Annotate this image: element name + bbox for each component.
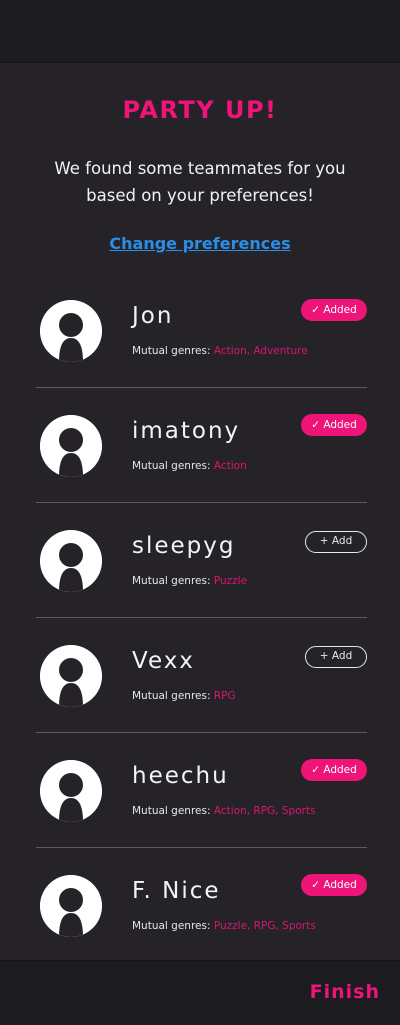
avatar-icon (40, 875, 102, 937)
teammate-name: Jon (132, 303, 174, 329)
genres-label: Mutual genres: (132, 345, 214, 357)
genres-label: Mutual genres: (132, 805, 214, 817)
added-button[interactable]: ✓ Added (301, 414, 367, 436)
genres-values: Action (213, 460, 247, 472)
page-title: PARTY UP! (122, 96, 278, 124)
genres-label: Mutual genres: (132, 575, 214, 587)
genres-values: RPG (213, 690, 236, 702)
genres-values: Puzzle (213, 575, 248, 587)
avatar-icon (40, 300, 102, 362)
teammate-row: Vexx Mutual genres: RPG + Add (36, 618, 367, 733)
teammate-name: F. Nice (132, 878, 221, 904)
mutual-genres: Mutual genres: Action, RPG, Sports (132, 805, 316, 817)
mutual-genres: Mutual genres: RPG (132, 690, 236, 702)
genres-label: Mutual genres: (132, 920, 214, 932)
main-content: PARTY UP! We found some teammates for yo… (0, 63, 400, 960)
change-preferences-link[interactable]: Change preferences (0, 234, 400, 253)
teammate-row: F. Nice Mutual genres: Puzzle, RPG, Spor… (36, 848, 367, 960)
mutual-genres: Mutual genres: Action (132, 460, 247, 472)
add-button[interactable]: + Add (305, 531, 367, 553)
teammate-row: sleepyg Mutual genres: Puzzle + Add (36, 503, 367, 618)
avatar-icon (40, 760, 102, 822)
teammate-row: Jon Mutual genres: Action, Adventure ✓ A… (36, 273, 367, 388)
mutual-genres: Mutual genres: Action, Adventure (132, 345, 308, 357)
page-subtitle: We found some teammates for you based on… (54, 159, 346, 205)
teammate-name: imatony (132, 418, 241, 444)
teammate-name: Vexx (132, 648, 195, 674)
added-button[interactable]: ✓ Added (301, 874, 367, 896)
added-button[interactable]: ✓ Added (301, 299, 367, 321)
add-button[interactable]: + Add (305, 646, 367, 668)
avatar-icon (40, 415, 102, 477)
genres-label: Mutual genres: (132, 690, 214, 702)
genres-values: Puzzle, RPG, Sports (213, 920, 316, 932)
genres-label: Mutual genres: (132, 460, 214, 472)
genres-values: Action, RPG, Sports (213, 805, 316, 817)
top-bar (0, 0, 400, 63)
avatar-icon (40, 530, 102, 592)
genres-values: Action, Adventure (213, 345, 308, 357)
teammate-name: sleepyg (132, 533, 236, 559)
mutual-genres: Mutual genres: Puzzle, RPG, Sports (132, 920, 316, 932)
teammate-list: Jon Mutual genres: Action, Adventure ✓ A… (36, 273, 367, 960)
teammate-row: heechu Mutual genres: Action, RPG, Sport… (36, 733, 367, 848)
avatar-icon (40, 645, 102, 707)
mutual-genres: Mutual genres: Puzzle (132, 575, 247, 587)
added-button[interactable]: ✓ Added (301, 759, 367, 781)
bottom-bar: Finish (0, 960, 400, 1025)
finish-button[interactable]: Finish (310, 981, 380, 1003)
teammate-row: imatony Mutual genres: Action ✓ Added (36, 388, 367, 503)
teammate-name: heechu (132, 763, 229, 789)
